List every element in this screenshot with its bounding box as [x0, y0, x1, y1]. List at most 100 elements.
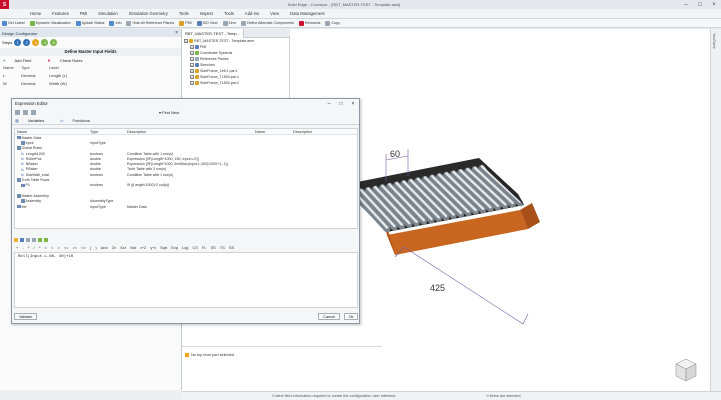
operator-button[interactable]: Not — [130, 246, 136, 250]
field-row[interactable]: L Decimal Length (L) — [0, 71, 181, 79]
operator-button[interactable]: = — [45, 246, 47, 250]
menu-item[interactable]: View — [270, 11, 279, 16]
close-icon[interactable]: × — [175, 30, 178, 36]
ok-button[interactable]: Ok — [344, 313, 358, 320]
column-header[interactable]: Label — [49, 65, 59, 70]
add-field-button[interactable]: + Add Field — [3, 58, 39, 63]
operator-button[interactable]: / — [34, 246, 35, 250]
operator-button[interactable]: Xor — [120, 246, 126, 250]
column-header[interactable]: Name — [15, 130, 90, 134]
maximize-icon[interactable]: □ — [693, 2, 707, 8]
step-button[interactable]: 2 — [23, 39, 31, 46]
operator-button[interactable]: And — [101, 246, 108, 250]
column-header[interactable]: Description — [293, 130, 353, 134]
menu-item[interactable]: Home — [30, 11, 41, 16]
toolbar-button[interactable]: Dynamic Visualization — [29, 20, 71, 26]
table-row[interactable]: Me InputType Master Data — [15, 204, 357, 209]
expand-icon[interactable]: + — [184, 39, 188, 43]
tab-variables[interactable]: ▦ Variables — [15, 118, 52, 123]
check-rules-button[interactable]: ✕ Check Rules — [47, 58, 90, 63]
operator-button[interactable]: * — [28, 246, 29, 250]
copy-icon[interactable] — [26, 237, 30, 242]
operator-button[interactable]: < — [51, 246, 53, 250]
close-icon[interactable]: × — [707, 2, 721, 8]
app-logo-icon[interactable]: S — [0, 0, 9, 9]
menu-item[interactable]: PMI — [80, 11, 87, 16]
tab-assembly[interactable]: RBT_MASTER-TEST - Temp... — [182, 28, 244, 38]
menu-item[interactable]: Inspect — [200, 11, 214, 16]
maximize-icon[interactable]: □ — [335, 101, 347, 107]
column-header[interactable]: Name — [255, 130, 293, 134]
toolbar-button[interactable]: Define Alternate Components — [240, 20, 294, 26]
operator-button[interactable]: Sqrt — [160, 246, 167, 250]
operator-button[interactable]: CS — [193, 246, 198, 250]
menu-item[interactable]: Tools — [179, 11, 189, 16]
toolbar-button[interactable]: Info — [109, 20, 121, 26]
menu-item[interactable]: Tools — [224, 11, 234, 16]
step-button[interactable]: 3 — [32, 39, 40, 46]
toolbar-button[interactable]: Revisions — [298, 20, 320, 26]
folder-icon[interactable] — [14, 237, 18, 242]
validate-button[interactable]: Validate — [14, 313, 38, 320]
grid-icon[interactable] — [15, 110, 20, 115]
expand-icon[interactable]: + — [190, 75, 194, 79]
column-header[interactable]: Type — [90, 130, 127, 134]
menu-item[interactable]: Simulation Geometry — [129, 11, 168, 16]
operator-button[interactable]: + — [16, 246, 18, 250]
operator-button[interactable]: <> — [81, 246, 85, 250]
menu-item[interactable]: Add-ins — [245, 11, 259, 16]
menu-item[interactable]: Data Management — [290, 11, 324, 16]
expand-icon[interactable]: + — [190, 69, 194, 73]
minimize-icon[interactable]: – — [679, 2, 693, 8]
operator-button[interactable]: <= — [64, 246, 68, 250]
operator-button[interactable]: y^x — [150, 246, 156, 250]
step-button[interactable]: 1 — [14, 39, 22, 46]
side-tab-label[interactable]: YouTube — [712, 33, 717, 49]
toolbar-button[interactable]: Copy — [325, 20, 340, 26]
operator-button[interactable]: - — [22, 246, 23, 250]
operator-button[interactable]: ( — [90, 246, 91, 250]
operator-button[interactable]: Or — [112, 246, 116, 250]
operator-button[interactable]: ) — [95, 246, 96, 250]
operator-button[interactable]: Exp — [171, 246, 178, 250]
view-cube[interactable] — [675, 358, 697, 382]
operator-button[interactable]: >= — [73, 246, 77, 250]
operator-button[interactable]: ^ — [39, 246, 41, 250]
toolbar-button[interactable]: Zero — [222, 20, 236, 26]
operator-button[interactable]: TS — [220, 246, 225, 250]
step-button[interactable]: 5 — [50, 39, 58, 46]
redo-icon[interactable] — [44, 237, 48, 242]
operator-button[interactable]: FL — [202, 246, 206, 250]
paste-icon[interactable] — [32, 237, 36, 242]
tab-functions[interactable]: fx Functions — [60, 118, 98, 123]
operator-button[interactable]: > — [58, 246, 60, 250]
expand-icon[interactable]: + — [190, 63, 194, 67]
zoom-icon[interactable] — [31, 110, 36, 115]
toolbar-button[interactable]: Hide All Reference Planes — [126, 20, 174, 26]
operator-button[interactable]: x^2 — [140, 246, 146, 250]
toolbar-button[interactable]: ISO View — [196, 20, 218, 26]
dialog-title-bar[interactable]: Expression Editor – □ × — [12, 99, 359, 108]
operator-button[interactable]: SS — [211, 246, 216, 250]
column-header[interactable]: Description — [127, 130, 255, 134]
operator-button[interactable]: Log — [182, 246, 188, 250]
find-next-button[interactable]: ▾ Find Next — [159, 110, 179, 115]
expand-icon[interactable]: + — [190, 57, 194, 61]
expand-icon[interactable]: + — [190, 81, 194, 85]
field-row[interactable]: W Decimal Width (W) — [0, 79, 181, 87]
toolbar-button[interactable]: Update Status — [75, 20, 104, 26]
menu-item[interactable]: Simulation — [98, 11, 118, 16]
operator-button[interactable]: SS — [229, 246, 234, 250]
save-icon[interactable] — [20, 237, 24, 242]
close-icon[interactable]: × — [347, 101, 359, 107]
menu-item[interactable]: Features — [52, 11, 69, 16]
minimize-icon[interactable]: – — [323, 101, 335, 107]
toolbar-button[interactable]: PMI — [179, 20, 192, 26]
list-icon[interactable] — [23, 110, 28, 115]
expand-icon[interactable]: + — [190, 45, 194, 49]
expression-input[interactable]: Roll(Input.L-60, 40)+10 — [14, 252, 358, 308]
tree-item[interactable]: + SideFrame_TL500.par:2 — [182, 80, 289, 86]
step-button[interactable]: 4 — [41, 39, 49, 46]
column-header[interactable]: Type — [21, 65, 49, 70]
column-header[interactable]: Name — [3, 65, 21, 70]
